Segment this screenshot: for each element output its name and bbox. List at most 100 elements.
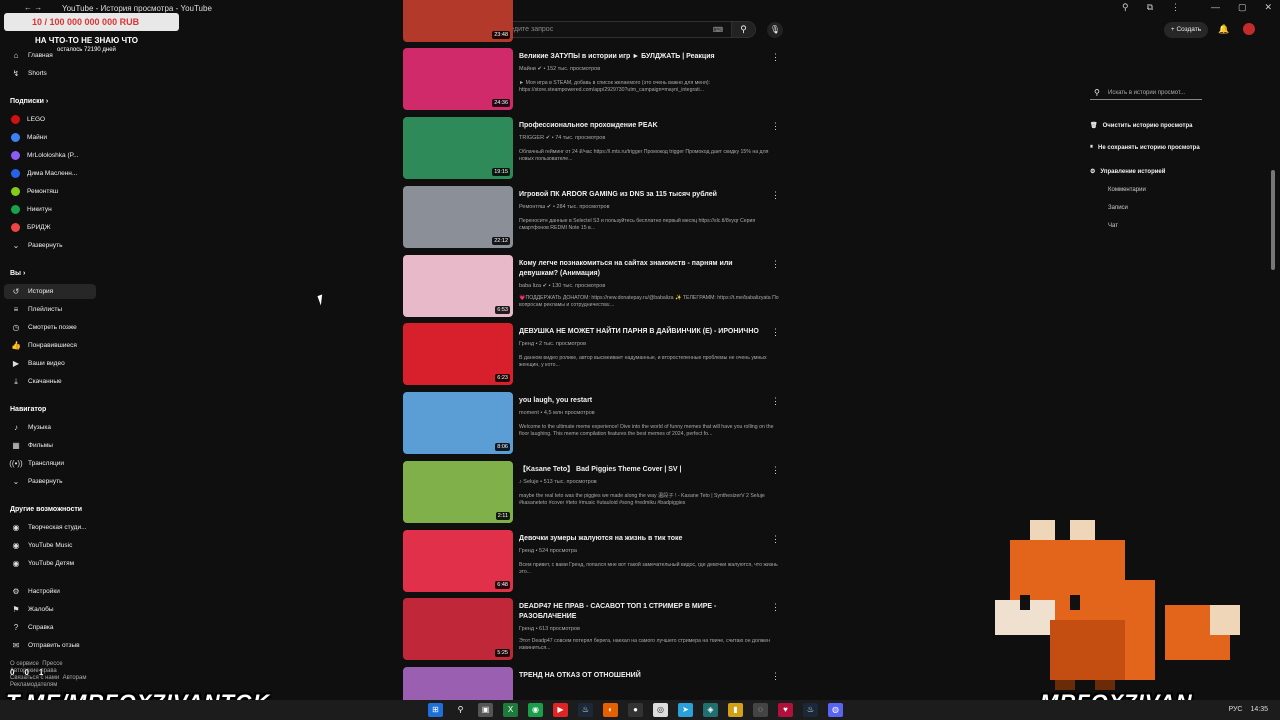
sidebar-item-settings[interactable]: ⚑ Жалобы [4, 602, 96, 617]
sidebar-item-video[interactable]: ▶ Ваши видео [4, 356, 96, 371]
more-options-icon[interactable]: ⋮ [771, 327, 780, 338]
explore-heading[interactable]: Навигатор [10, 406, 46, 413]
page-scrollbar[interactable] [1271, 170, 1275, 270]
language-indicator[interactable]: РУС [1228, 706, 1242, 713]
app-icon[interactable]: ◈ [703, 703, 718, 717]
more-options-icon[interactable]: ⋮ [771, 121, 780, 132]
history-video-row[interactable]: 22:12 Игровой ПК ARDOR GAMING из DNS за 1… [403, 186, 783, 250]
sidebar-item-nav[interactable]: ▦ Фильмы [4, 438, 96, 453]
video-title[interactable]: 【Kasane Teto】 Bad Piggies Theme Cover | … [519, 465, 759, 475]
video-channel[interactable]: Гренд [519, 626, 534, 632]
video-title[interactable]: ТРЕНД НА ОТКАЗ ОТ ОТНОШЕНИЙ [519, 671, 759, 681]
app2-icon[interactable]: ◌ [753, 703, 768, 717]
video-thumbnail[interactable]: 19:15 [403, 117, 513, 179]
history-video-row[interactable]: 6:23 ДЕВУШКА НЕ МОЖЕТ НАЙТИ ПАРНЯ В ДАЙВИ… [403, 323, 783, 387]
sidebar-item-subscription[interactable]: MrLololoshka (P... [4, 148, 96, 163]
youtube-icon[interactable]: ▶ [553, 703, 568, 717]
clock[interactable]: 14:35 [1250, 706, 1268, 713]
history-video-row[interactable]: 24:36 Великие ЗАТУПЫ в истории игр ► БУЛД… [403, 48, 783, 112]
subscriptions-heading[interactable]: Подписки › [10, 98, 48, 105]
steam2-icon[interactable]: ♨ [803, 703, 818, 717]
history-search-input[interactable]: Искать в истории просмот... [1108, 90, 1185, 96]
you-heading[interactable]: Вы › [10, 270, 25, 277]
video-title[interactable]: Профессиональное прохождение PEAK [519, 121, 759, 131]
history-video-row[interactable]: 23:48► Моя игра в STEAM, добавь в список… [403, 0, 783, 44]
comments-link[interactable]: Комментарии [1108, 187, 1146, 193]
history-video-row[interactable]: 8:06 you laugh, you restart moment • 4,5 м… [403, 392, 783, 456]
history-video-row[interactable]: 19:15 Профессиональное прохождение PEAK TR… [403, 117, 783, 181]
sidebar-item-subscription[interactable]: Дима Масленн... [4, 166, 96, 181]
video-channel[interactable]: baba liza ✔ [519, 283, 547, 289]
video-channel[interactable]: Майни ✔ [519, 66, 542, 72]
chat-link[interactable]: Чат [1108, 223, 1118, 229]
sidebar-item-shorts[interactable]: ↯ Shorts [4, 66, 96, 81]
video-title[interactable]: Девочки зумеры жалуются на жизнь в тик т… [519, 534, 759, 544]
video-channel[interactable]: Ремонтяш ✔ [519, 204, 551, 210]
video-thumbnail[interactable]: 22:12 [403, 186, 513, 248]
history-video-row[interactable]: 2:11 【Kasane Teto】 Bad Piggies Theme Cove… [403, 461, 783, 525]
video-title[interactable]: Кому легче познакомиться на сайтах знако… [519, 259, 759, 279]
video-thumbnail[interactable]: 8:06 [403, 392, 513, 454]
sidebar-item-subscription[interactable]: Майни [4, 130, 96, 145]
posts-link[interactable]: Записи [1108, 205, 1128, 211]
sidebar-item-nav[interactable]: ⌄ Развернуть [4, 474, 96, 489]
firefox-icon[interactable]: ◐ [603, 703, 618, 717]
more-options-icon[interactable]: ⋮ [771, 259, 780, 270]
video-title[interactable]: you laugh, you restart [519, 396, 759, 406]
video-title[interactable]: ДЕВУШКА НЕ МОЖЕТ НАЙТИ ПАРНЯ В ДАЙВИНЧИК… [519, 327, 759, 337]
sidebar-item-settings[interactable]: ✉ Отправить отзыв [4, 638, 96, 653]
avatar[interactable] [1243, 23, 1255, 35]
video-thumbnail[interactable]: 6:23 [403, 323, 513, 385]
video-title[interactable]: Игровой ПК ARDOR GAMING из DNS за 115 ты… [519, 190, 759, 200]
more-options-icon[interactable]: ⋮ [771, 465, 780, 476]
sidebar-item-more[interactable]: ◉ YouTube Music [4, 538, 96, 553]
sidebar-item-history[interactable]: ↺ История [4, 284, 96, 299]
sidebar-footer-links[interactable]: О сервисе Прессе Авторские права Связать… [10, 661, 86, 689]
telegram-icon[interactable]: ➤ [678, 703, 693, 717]
maximize-icon[interactable]: ▢ [1238, 2, 1247, 13]
more-options-icon[interactable]: ⋮ [771, 396, 780, 407]
sidebar-item-clock[interactable]: ◷ Смотреть позже [4, 320, 96, 335]
sidebar-item-download[interactable]: ⤓ Скачанные [4, 374, 96, 389]
start-icon[interactable]: ⊞ [428, 703, 443, 717]
steam-icon[interactable]: ♨ [578, 703, 593, 717]
sidebar-item-like[interactable]: 👍 Понравившиеся [4, 338, 96, 353]
video-thumbnail[interactable]: 2:11 [403, 461, 513, 523]
video-channel[interactable]: ♪ Seluje [519, 479, 539, 485]
video-channel[interactable]: Гренд [519, 548, 534, 554]
search-icon[interactable]: ⚲ [453, 703, 468, 717]
video-thumbnail[interactable]: 23:48 [403, 0, 513, 42]
pause-history-button[interactable]: ⏸ Не сохранять историю просмотра [1090, 144, 1200, 151]
obs-icon[interactable]: ● [628, 703, 643, 717]
history-video-row[interactable]: 6:48 Девочки зумеры жалуются на жизнь в т… [403, 530, 783, 594]
task-view-icon[interactable]: ▣ [478, 703, 493, 717]
video-thumbnail[interactable]: 6:48 [403, 530, 513, 592]
clear-history-button[interactable]: 🗑 Очистить историю просмотра [1090, 122, 1192, 130]
discord-icon[interactable]: ◍ [828, 703, 843, 717]
back-icon[interactable]: ← → [24, 3, 42, 12]
sidebar-item-settings[interactable]: ? Справка [4, 620, 96, 635]
more-options-icon[interactable]: ⋮ [771, 52, 780, 63]
video-title[interactable]: Великие ЗАТУПЫ в истории игр ► БУЛДЖАТЬ … [519, 52, 759, 62]
sidebar-item-nav[interactable]: ♪ Музыка [4, 420, 96, 435]
more-options-icon[interactable]: ⋮ [771, 602, 780, 613]
create-button[interactable]: + Создать [1164, 22, 1208, 38]
extensions-icon[interactable]: ⧉ [1147, 2, 1153, 13]
video-thumbnail[interactable]: 5:25 [403, 598, 513, 660]
sidebar-item-subscription[interactable]: Никитун [4, 202, 96, 217]
video-channel[interactable]: TRIGGER ✔ [519, 135, 550, 141]
more-options-icon[interactable]: ⋮ [771, 190, 780, 201]
more-options-icon[interactable]: ⋮ [771, 534, 780, 545]
sidebar-item-more[interactable]: ◉ YouTube Детям [4, 556, 96, 571]
zoom-icon[interactable]: ⚲ [1122, 2, 1129, 13]
close-icon[interactable]: ✕ [1264, 2, 1272, 13]
history-video-row[interactable]: 5:25 DEADP47 НЕ ПРАВ - САСАВОТ ТОП 1 СТРИ… [403, 598, 783, 662]
sidebar-item-subscription[interactable]: LEGO [4, 112, 96, 127]
sidebar-item-subscription[interactable]: Ремонтяш [4, 184, 96, 199]
sidebar-item-expand[interactable]: ⌄ Развернуть [4, 238, 96, 253]
sidebar-item-playlist[interactable]: ≡ Плейлисты [4, 302, 96, 317]
sidebar-item-nav[interactable]: ((•)) Трансляции [4, 456, 96, 471]
history-search-field[interactable]: ⚲ Искать в истории просмот... [1090, 86, 1202, 100]
video-thumbnail[interactable]: 6:53 [403, 255, 513, 317]
manage-history-button[interactable]: ⚙ Управление историей [1090, 168, 1165, 176]
